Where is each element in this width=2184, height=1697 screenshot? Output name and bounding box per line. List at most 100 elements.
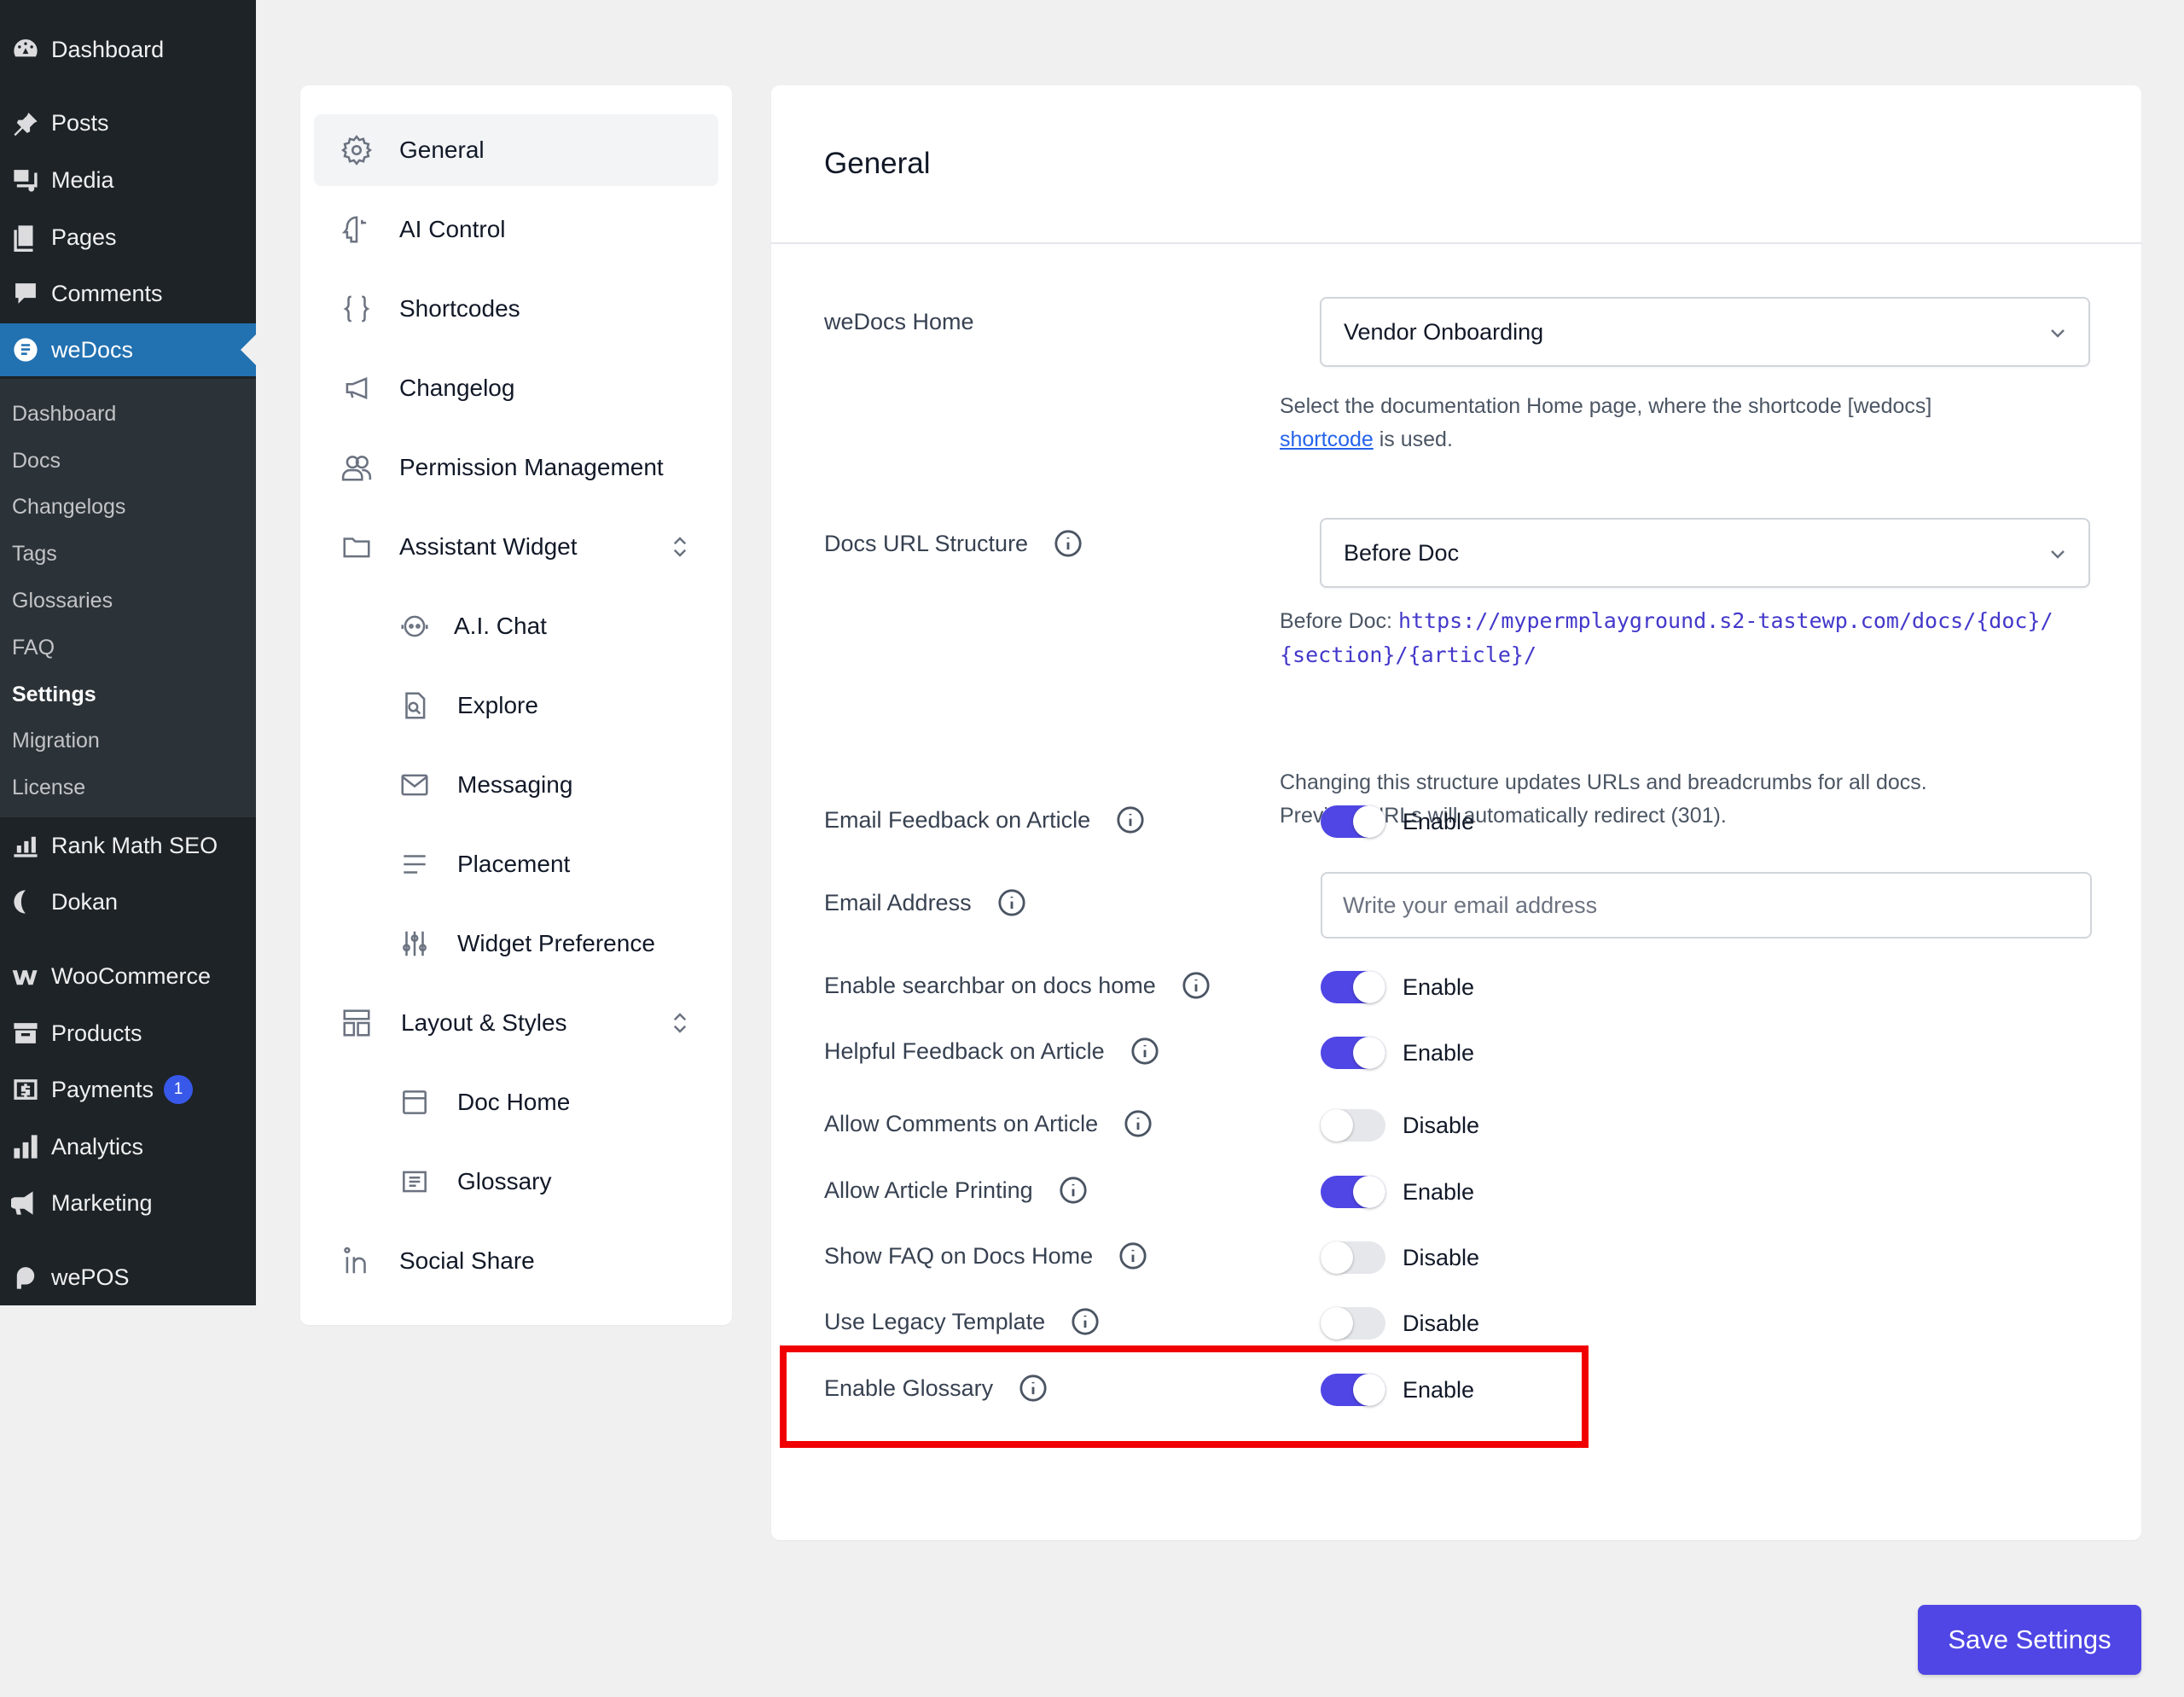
nav-glossary[interactable]: Glossary — [398, 1146, 551, 1218]
row-label-text: Email Address — [824, 889, 972, 915]
nav-permission-management[interactable]: Permission Management — [340, 432, 664, 503]
submenu-license[interactable]: License — [0, 764, 256, 811]
wp-menu-label: Rank Math SEO — [51, 832, 218, 858]
toggle-state-label: Enable — [1403, 1039, 1475, 1066]
row-label-text: Enable searchbar on docs home — [824, 972, 1156, 998]
submenu-glossaries[interactable]: Glossaries — [0, 578, 256, 625]
searchbar-toggle[interactable] — [1321, 971, 1385, 1003]
row-label-text: Use Legacy Template — [824, 1308, 1046, 1334]
wp-menu-dashboard[interactable]: Dashboard — [0, 23, 256, 76]
info-icon[interactable] — [1071, 1307, 1100, 1336]
nav-layout-styles[interactable]: Layout & Styles — [340, 987, 718, 1059]
wp-menu-dokan[interactable]: Dokan — [0, 875, 256, 928]
nav-messaging[interactable]: Messaging — [398, 749, 572, 821]
wp-menu-marketing[interactable]: Marketing — [0, 1177, 256, 1229]
nav-label: Shortcodes — [399, 295, 520, 322]
row-label-text: Docs URL Structure — [824, 530, 1029, 556]
wp-menu-wedocs[interactable]: weDocs — [0, 323, 256, 376]
wedocs-home-select[interactable]: Vendor Onboarding — [1320, 297, 2090, 367]
nav-assistant-widget[interactable]: Assistant Widget — [340, 511, 718, 583]
expand-collapse-icon[interactable] — [667, 533, 693, 561]
glossary-icon — [398, 1165, 432, 1199]
folder-icon — [340, 530, 374, 564]
wp-menu-label: Comments — [51, 280, 163, 306]
wp-menu-label: Dashboard — [51, 36, 165, 62]
email-feedback-toggle[interactable] — [1321, 805, 1385, 838]
submenu-migration[interactable]: Migration — [0, 718, 256, 765]
show-faq-toggle-group: Disable — [1321, 1241, 1479, 1274]
submenu-faq[interactable]: FAQ — [0, 625, 256, 671]
submenu-docs[interactable]: Docs — [0, 438, 256, 485]
wp-menu-products[interactable]: Products — [0, 1007, 256, 1060]
toggle-knob — [1353, 1037, 1385, 1069]
toggle-knob — [1321, 1241, 1353, 1274]
info-icon[interactable] — [997, 888, 1026, 917]
toggle-knob — [1353, 1176, 1385, 1208]
nav-explore[interactable]: Explore — [398, 670, 538, 741]
legacy-template-toggle[interactable] — [1321, 1307, 1385, 1340]
info-icon[interactable] — [1116, 805, 1145, 834]
wp-menu-woocommerce[interactable]: WooCommerce — [0, 950, 256, 1003]
nav-doc-home[interactable]: Doc Home — [398, 1066, 570, 1138]
url-structure-help: Before Doc: https://mypermplayground.s2-… — [1280, 604, 2116, 672]
save-settings-button[interactable]: Save Settings — [1918, 1605, 2141, 1675]
info-icon[interactable] — [1118, 1241, 1147, 1270]
expand-collapse-icon[interactable] — [667, 1009, 693, 1037]
helpful-feedback-toggle[interactable] — [1321, 1037, 1385, 1069]
wp-menu-posts[interactable]: Posts — [0, 96, 256, 149]
submenu-settings[interactable]: Settings — [0, 671, 256, 718]
wp-menu-pages[interactable]: Pages — [0, 211, 256, 264]
users-icon — [340, 450, 374, 485]
wp-menu-label: WooCommerce — [51, 962, 212, 989]
doc-search-icon — [398, 689, 432, 723]
submenu-tags[interactable]: Tags — [0, 531, 256, 578]
dashboard-icon — [0, 35, 51, 64]
megaphone-icon — [0, 1188, 51, 1218]
payments-icon — [0, 1075, 51, 1104]
url-pattern-line2: {section}/{article}/ — [1280, 642, 1537, 667]
highlight-annotation-box — [780, 1345, 1589, 1448]
wp-menu-media[interactable]: Media — [0, 154, 256, 206]
wp-menu-payments[interactable]: Payments 1 — [0, 1063, 256, 1116]
select-value: Vendor Onboarding — [1344, 318, 1544, 345]
linkedin-icon — [340, 1244, 374, 1278]
media-icon — [0, 166, 51, 195]
nav-general[interactable]: General — [314, 114, 718, 186]
info-icon[interactable] — [1182, 971, 1211, 1000]
searchbar-toggle-group: Enable — [1321, 971, 1474, 1003]
url-structure-select[interactable]: Before Doc — [1320, 518, 2090, 588]
wp-menu-comments[interactable]: Comments — [0, 267, 256, 320]
nav-changelog[interactable]: Changelog — [340, 352, 514, 424]
nav-placement[interactable]: Placement — [398, 828, 570, 900]
nav-social-share[interactable]: Social Share — [340, 1225, 535, 1297]
nav-shortcodes[interactable]: Shortcodes — [340, 273, 520, 345]
wp-menu-wepos[interactable]: wePOS — [0, 1251, 256, 1304]
info-icon[interactable] — [1130, 1037, 1159, 1066]
nav-ai-control[interactable]: AI Control — [340, 194, 506, 265]
show-faq-toggle[interactable] — [1321, 1241, 1385, 1274]
submenu-changelogs[interactable]: Changelogs — [0, 485, 256, 532]
nav-label: A.I. Chat — [454, 613, 547, 639]
wp-menu-rankmath[interactable]: Rank Math SEO — [0, 819, 256, 872]
window-icon — [398, 1085, 432, 1119]
submenu-dashboard[interactable]: Dashboard — [0, 391, 256, 438]
nav-label: General — [399, 137, 485, 163]
wp-menu-label: Products — [51, 1020, 142, 1046]
nav-ai-chat[interactable]: A.I. Chat — [398, 590, 547, 662]
toggle-state-label: Enable — [1403, 973, 1475, 1000]
wedocs-home-help: Select the documentation Home page, wher… — [1280, 390, 2116, 456]
allow-printing-toggle[interactable] — [1321, 1176, 1385, 1208]
shortcode-link[interactable]: shortcode — [1280, 427, 1374, 451]
wp-menu-label: Posts — [51, 109, 109, 136]
help-text-end: is used. — [1373, 427, 1453, 451]
allow-comments-toggle[interactable] — [1321, 1109, 1385, 1142]
toggle-state-label: Disable — [1403, 1310, 1480, 1336]
info-icon[interactable] — [1054, 529, 1083, 558]
email-address-input[interactable] — [1321, 872, 2092, 939]
wp-menu-label: weDocs — [51, 336, 134, 363]
wp-menu-analytics[interactable]: Analytics — [0, 1120, 256, 1173]
info-icon[interactable] — [1124, 1109, 1153, 1138]
info-icon[interactable] — [1059, 1176, 1088, 1205]
allow-printing-toggle-group: Enable — [1321, 1176, 1474, 1208]
nav-widget-preference[interactable]: Widget Preference — [398, 908, 655, 979]
